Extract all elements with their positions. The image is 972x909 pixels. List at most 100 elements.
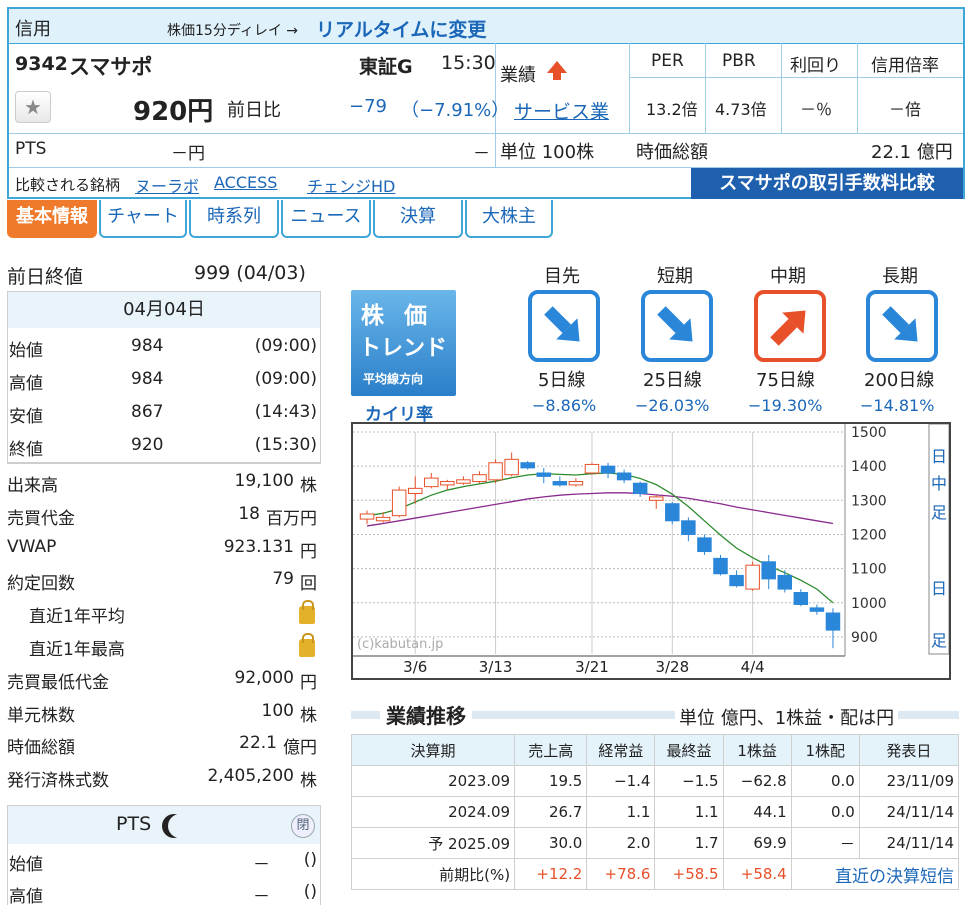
candle [536, 472, 552, 477]
candle [681, 520, 696, 535]
tab-chart[interactable]: チャート [99, 200, 187, 238]
pts-row-time: () [303, 882, 317, 902]
stock-header: 信用 株価15分ディレイ → リアルタイムに変更 9342 スマサポ 東証G 1… [7, 7, 965, 199]
daily-price-label: 始値 [9, 341, 43, 361]
pts-row: 高値 － () [7, 877, 321, 909]
tab-time-series[interactable]: 時系列 [189, 200, 279, 238]
stat-label: 時価総額 [7, 738, 75, 759]
candle [616, 472, 632, 481]
performance-title: 業績推移 [380, 700, 472, 729]
compare-stock-link[interactable]: ヌーラボ [135, 173, 199, 197]
trend-pct: −19.30% [748, 396, 823, 415]
sector-link[interactable]: サービス業 [514, 97, 609, 124]
table-cell: 0.0 [790, 765, 860, 797]
candle [793, 592, 809, 605]
yoy-value: +12.2 [514, 858, 588, 890]
fee-compare-button[interactable]: スマサポの取引手数料比較 [691, 168, 963, 199]
table-header-row: 決算期 売上高 経常益 最終益 1株益 1株配 発表日 [350, 734, 960, 766]
perf-label: 業績 [500, 65, 536, 86]
y-tick-label: 1100 [851, 562, 887, 578]
daily-price-time: (14:43) [254, 402, 317, 422]
x-tick-label: 3/21 [575, 658, 609, 676]
table-cell: 30.0 [514, 827, 588, 859]
candle [391, 489, 407, 517]
candle [359, 513, 375, 520]
candle [665, 503, 680, 522]
tab-earnings[interactable]: 決算 [373, 200, 463, 238]
daily-price-time: (15:30) [254, 435, 317, 455]
table-cell: 26.7 [514, 796, 588, 828]
table-cell: 69.9 [722, 827, 792, 859]
candle [568, 481, 584, 486]
stat-row: 直近1年平均 [7, 597, 321, 629]
trend-ma-line: 75日線 [756, 370, 815, 391]
candle [761, 561, 776, 580]
favorite-star-icon[interactable]: ★ [15, 91, 51, 123]
earnings-report-link[interactable]: 直近の決算短信 [790, 858, 960, 890]
tab-basic-info[interactable]: 基本情報 [7, 200, 97, 238]
performance-table: 決算期 売上高 経常益 最終益 1株益 1株配 発表日 2023.09 19.5 −1.4 −1.5… [350, 734, 960, 890]
margin-ratio-header: 信用倍率 [871, 56, 939, 76]
table-row: 予 2025.09 30.0 2.0 1.7 69.9 － 24/11/14 [350, 827, 960, 859]
table-cell: 1.1 [654, 796, 724, 828]
stat-label: 単元株数 [7, 705, 75, 726]
table-header: 最終益 [654, 734, 724, 766]
lock-icon[interactable] [299, 633, 315, 657]
pts-row: 始値 － () [7, 845, 321, 877]
table-cell: 1.7 [654, 827, 724, 859]
stat-label: 売買最低代金 [7, 672, 109, 693]
trend-period: 短期 [657, 266, 693, 287]
current-price: 920円 [133, 97, 214, 127]
chart-side-label[interactable]: 日 [931, 579, 947, 598]
tab-major-shareholders[interactable]: 大株主 [465, 200, 553, 238]
daily-price-label: 高値 [9, 374, 43, 394]
close-pts-button[interactable]: 閉 [291, 814, 315, 838]
pts-row-label: 高値 [9, 887, 43, 907]
pbr-value: 4.73倍 [715, 100, 767, 119]
stat-unit: 億円 [283, 738, 317, 759]
table-header: 発表日 [858, 734, 960, 766]
candle [440, 481, 455, 486]
trend-pct: −8.86% [532, 396, 597, 415]
table-header: 売上高 [514, 734, 588, 766]
stat-value: 2,405,200 [207, 766, 294, 787]
compare-stock-link[interactable]: チェンジHD [307, 173, 395, 197]
candle [407, 487, 423, 494]
stat-unit: 株 [300, 771, 317, 792]
candle [729, 574, 744, 587]
prev-close-value: 999 (04/03) [194, 262, 306, 284]
daily-price-time: (09:00) [254, 369, 317, 389]
margin-ratio-value: －倍 [889, 100, 922, 119]
chart-watermark: (c)kabutan.jp [357, 637, 443, 652]
tab-news[interactable]: ニュース [281, 200, 371, 238]
pts-change: － [473, 144, 490, 164]
lock-icon[interactable] [299, 600, 315, 625]
trend-ma-line: 200日線 [864, 370, 935, 391]
market-label: 東証G [359, 56, 413, 78]
chart-side-label[interactable]: 足 [931, 503, 947, 522]
x-tick-label: 3/6 [403, 658, 427, 676]
pts-box-title: PTS [116, 813, 152, 835]
stat-value: 22.1 [239, 733, 277, 754]
y-tick-label: 1000 [851, 596, 887, 612]
yoy-value: +58.5 [654, 858, 724, 890]
stat-value: 19,100 [234, 471, 294, 491]
compare-stock-link[interactable]: ACCESS [214, 173, 277, 192]
stat-row: 発行済株式数 株 2,405,200 [7, 761, 321, 793]
candle [520, 462, 535, 469]
table-cell: 1.1 [586, 796, 656, 828]
chart-side-label[interactable]: 中 [931, 474, 947, 493]
table-cell: −1.5 [654, 765, 724, 797]
chart-side-label[interactable]: 日 [931, 447, 947, 466]
table-header: 決算期 [350, 734, 516, 766]
candle [697, 537, 712, 553]
stat-label: VWAP [7, 536, 57, 557]
chart-side-label[interactable]: 足 [931, 631, 947, 650]
y-tick-label: 1500 [851, 425, 887, 441]
y-tick-label: 1300 [851, 493, 887, 509]
table-header: 経常益 [586, 734, 656, 766]
pbr-header: PBR [722, 51, 756, 71]
realtime-link[interactable]: リアルタイムに変更 [316, 15, 486, 42]
stat-row: 売買最低代金 円 92,000 [7, 663, 321, 695]
candle [472, 474, 487, 483]
